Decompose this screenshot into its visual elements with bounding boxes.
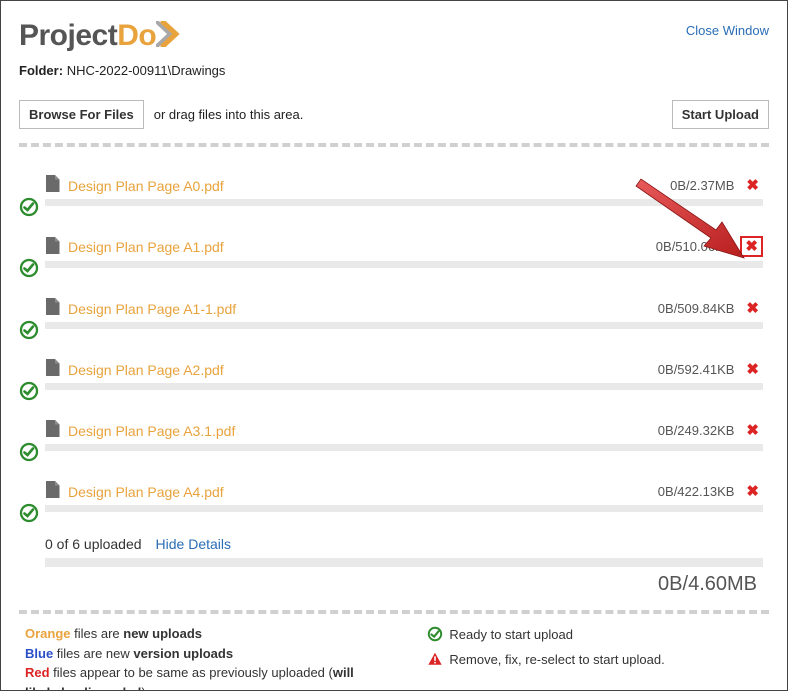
file-size: 0B/509.84KB [658, 301, 735, 316]
file-line: Design Plan Page A2.pdf0B/592.41KB ✖ [25, 359, 763, 379]
check-circle-icon [427, 626, 443, 649]
divider-bottom [19, 610, 769, 614]
check-circle-icon [19, 503, 39, 523]
file-row: Design Plan Page A4.pdf0B/422.13KB ✖ [25, 481, 763, 512]
file-progress-bar [45, 383, 763, 390]
check-circle-icon [19, 258, 39, 278]
folder-path: NHC-2022-00911\Drawings [67, 63, 226, 78]
file-line: Design Plan Page A3.1.pdf0B/249.32KB ✖ [25, 420, 763, 440]
remove-file-icon[interactable]: ✖ [742, 423, 763, 438]
browse-files-button[interactable]: Browse For Files [19, 100, 144, 129]
file-row: Design Plan Page A0.pdf0B/2.37MB ✖ [25, 175, 763, 206]
controls-row: Browse For Files or drag files into this… [19, 100, 769, 129]
logo-x-icon [156, 21, 186, 47]
file-icon [45, 481, 60, 501]
file-icon [45, 175, 60, 195]
file-row: Design Plan Page A3.1.pdf0B/249.32KB ✖ [25, 420, 763, 451]
upload-window: ProjectDo Close Window Folder: NHC-2022-… [0, 0, 788, 691]
file-row: Design Plan Page A1.pdf0B/510.06KB ✖ [25, 236, 763, 268]
close-window-link[interactable]: Close Window [686, 19, 769, 38]
file-name[interactable]: Design Plan Page A1.pdf [68, 238, 656, 255]
file-icon [45, 420, 60, 440]
remove-file-icon[interactable]: ✖ [742, 362, 763, 377]
file-progress-bar [45, 444, 763, 451]
file-list: Design Plan Page A0.pdf0B/2.37MB✖Design … [19, 175, 769, 512]
upload-count: 0 of 6 uploaded [45, 536, 142, 552]
legend-red: Red files appear to be same as previousl… [25, 663, 377, 691]
upload-summary: 0 of 6 uploaded Hide Details 0B/4.60MB [19, 536, 769, 596]
check-circle-icon [19, 320, 39, 340]
divider-top [19, 143, 769, 147]
file-size: 0B/2.37MB [670, 178, 734, 193]
left-controls: Browse For Files or drag files into this… [19, 100, 303, 129]
file-line: Design Plan Page A1-1.pdf0B/509.84KB ✖ [25, 298, 763, 318]
file-row: Design Plan Page A2.pdf0B/592.41KB ✖ [25, 359, 763, 390]
remove-file-icon[interactable]: ✖ [742, 178, 763, 193]
total-progress-bar [45, 558, 763, 567]
legend-colors: Orange files are new uploads Blue files … [25, 624, 377, 691]
file-icon [45, 237, 60, 257]
logo-text-1: Project [19, 19, 117, 52]
legend-warn: Remove, fix, re-select to start upload. [427, 649, 763, 674]
file-line: Design Plan Page A0.pdf0B/2.37MB ✖ [25, 175, 763, 195]
remove-file-icon[interactable]: ✖ [742, 301, 763, 316]
app-logo: ProjectDo [19, 19, 186, 53]
hide-details-link[interactable]: Hide Details [156, 536, 231, 552]
file-name[interactable]: Design Plan Page A4.pdf [68, 483, 658, 500]
folder-label: Folder: [19, 63, 63, 78]
file-progress-bar [45, 261, 763, 268]
file-size: 0B/249.32KB [658, 423, 735, 438]
legend-orange: Orange files are new uploads [25, 624, 377, 644]
legend-ready: Ready to start upload [427, 624, 763, 649]
legend: Orange files are new uploads Blue files … [19, 624, 769, 691]
legend-blue: Blue files are new version uploads [25, 644, 377, 664]
file-name[interactable]: Design Plan Page A0.pdf [68, 177, 670, 194]
warning-triangle-icon [427, 651, 443, 674]
total-size: 0B/4.60MB [25, 573, 763, 596]
logo-text-2: Do [117, 19, 156, 52]
file-icon [45, 359, 60, 379]
top-bar: ProjectDo Close Window [19, 19, 769, 53]
file-size: 0B/510.06KB [656, 239, 733, 254]
summary-line: 0 of 6 uploaded Hide Details [45, 536, 763, 552]
file-name[interactable]: Design Plan Page A1-1.pdf [68, 300, 658, 317]
file-progress-bar [45, 505, 763, 512]
file-icon [45, 298, 60, 318]
folder-path-row: Folder: NHC-2022-00911\Drawings [19, 63, 769, 78]
legend-status: Ready to start upload Remove, fix, re-se… [427, 624, 763, 691]
file-row: Design Plan Page A1-1.pdf0B/509.84KB ✖ [25, 298, 763, 329]
file-progress-bar [45, 199, 763, 206]
file-line: Design Plan Page A1.pdf0B/510.06KB ✖ [25, 236, 763, 257]
file-name[interactable]: Design Plan Page A3.1.pdf [68, 422, 658, 439]
check-circle-icon [19, 381, 39, 401]
check-circle-icon [19, 442, 39, 462]
file-size: 0B/422.13KB [658, 484, 735, 499]
check-circle-icon [19, 197, 39, 217]
remove-file-icon[interactable]: ✖ [742, 484, 763, 499]
file-line: Design Plan Page A4.pdf0B/422.13KB ✖ [25, 481, 763, 501]
drag-hint: or drag files into this area. [154, 107, 304, 122]
file-size: 0B/592.41KB [658, 362, 735, 377]
start-upload-button[interactable]: Start Upload [672, 100, 769, 129]
file-progress-bar [45, 322, 763, 329]
file-name[interactable]: Design Plan Page A2.pdf [68, 361, 658, 378]
remove-file-icon[interactable]: ✖ [740, 236, 763, 257]
